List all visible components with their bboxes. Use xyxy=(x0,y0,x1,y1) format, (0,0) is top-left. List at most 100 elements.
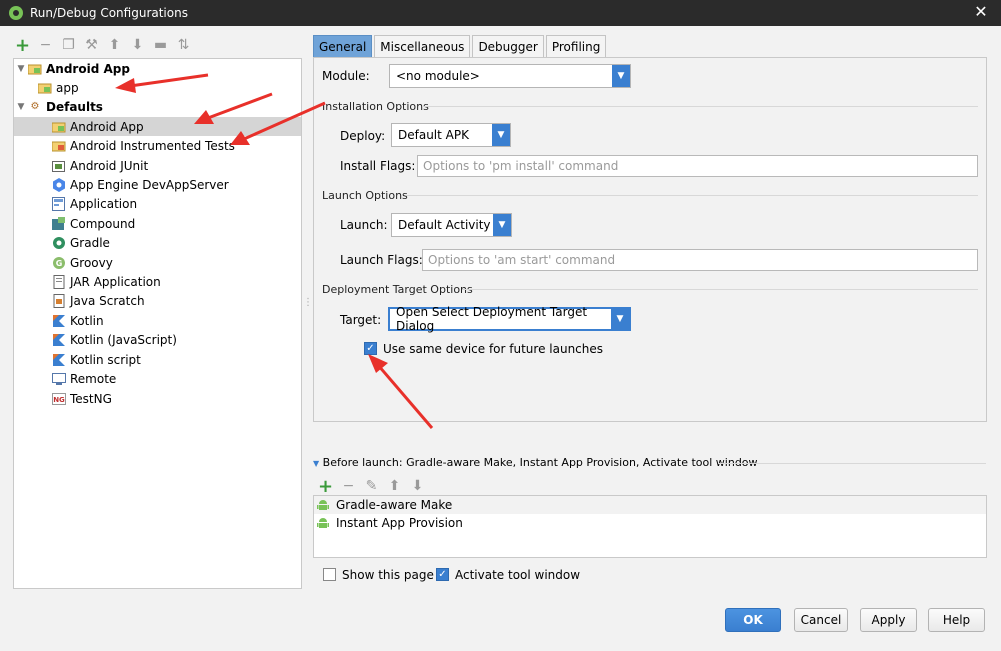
chevron-down-icon: ▼ xyxy=(612,65,630,87)
kotlin-icon xyxy=(52,314,66,328)
jar-icon xyxy=(52,274,66,289)
list-item[interactable]: Gradle-aware Make xyxy=(314,496,986,514)
tree-item-label: Kotlin script xyxy=(70,352,141,367)
sort-icon[interactable]: ⇅ xyxy=(173,35,194,55)
close-icon[interactable]: ✕ xyxy=(971,2,991,21)
add-icon[interactable]: + xyxy=(12,35,33,56)
folder-icon[interactable]: ▬ xyxy=(150,35,171,55)
tab-miscellaneous[interactable]: Miscellaneous xyxy=(374,35,471,57)
install-flags-input[interactable] xyxy=(423,159,977,173)
chevron-down-icon[interactable]: ▼ xyxy=(14,64,28,74)
tree-item-kotlin-script[interactable]: Kotlin script xyxy=(14,350,301,369)
tree-item-testng[interactable]: NG TestNG xyxy=(14,389,301,408)
tree-item-android-junit[interactable]: Android JUnit xyxy=(14,156,301,175)
tree-item-compound[interactable]: Compound xyxy=(14,214,301,233)
target-value: Open Select Deployment Target Dialog xyxy=(396,305,588,333)
chevron-down-icon[interactable]: ▼ xyxy=(14,102,28,112)
list-item[interactable]: Instant App Provision xyxy=(314,514,986,532)
module-select[interactable]: <no module> ▼ xyxy=(389,64,631,88)
deployment-target-heading: Deployment Target Options xyxy=(322,283,473,296)
tree-item-android-app-group[interactable]: ▼ Android App xyxy=(14,59,301,78)
target-label: Target: xyxy=(340,313,382,327)
divider xyxy=(422,106,978,107)
tree-item-kotlin[interactable]: Kotlin xyxy=(14,311,301,330)
svg-text:NG: NG xyxy=(53,396,65,404)
application-icon xyxy=(52,196,66,211)
deploy-value: Default APK xyxy=(398,128,469,142)
remote-icon xyxy=(52,372,66,386)
install-flags-field[interactable] xyxy=(417,155,978,177)
configuration-tree: ▼ Android App app ▼ ⚙ Defaults Android A… xyxy=(13,58,302,589)
same-device-checkbox[interactable]: ✓ xyxy=(364,342,377,355)
launch-flags-field[interactable] xyxy=(422,249,978,271)
tree-item-label: Kotlin (JavaScript) xyxy=(70,332,177,347)
svg-text:G: G xyxy=(56,259,63,268)
android-app-icon xyxy=(38,81,52,95)
chevron-down-icon: ▼ xyxy=(611,309,629,329)
tree-item-defaults-android-app[interactable]: Android App xyxy=(14,117,301,136)
tree-item-gradle[interactable]: Gradle xyxy=(14,233,301,252)
tab-general[interactable]: General xyxy=(313,35,373,57)
tab-debugger[interactable]: Debugger xyxy=(472,35,544,57)
launch-flags-input[interactable] xyxy=(428,253,977,267)
tree-item-defaults[interactable]: ▼ ⚙ Defaults xyxy=(14,97,301,116)
tree-item-label: Android Instrumented Tests xyxy=(70,138,235,153)
move-down-icon[interactable]: ⬇ xyxy=(127,35,148,55)
move-up-icon[interactable]: ⬆ xyxy=(104,35,125,55)
cancel-button[interactable]: Cancel xyxy=(794,608,848,632)
move-down-icon[interactable]: ⬇ xyxy=(407,476,428,496)
groovy-icon: G xyxy=(52,256,66,270)
launch-flags-label: Launch Flags: xyxy=(340,253,423,267)
divider xyxy=(406,195,978,196)
wrench-icon[interactable]: ⚒ xyxy=(81,35,102,55)
tree-item-label: Android JUnit xyxy=(70,158,149,173)
android-test-icon xyxy=(52,139,66,153)
gradle-icon xyxy=(52,236,66,250)
general-panel: Module: <no module> ▼ Installation Optio… xyxy=(313,57,987,422)
tab-profiling[interactable]: Profiling xyxy=(545,35,607,57)
tree-item-groovy[interactable]: G Groovy xyxy=(14,253,301,272)
edit-icon[interactable]: ✎ xyxy=(361,476,382,496)
testng-icon: NG xyxy=(52,392,66,406)
divider xyxy=(718,463,986,464)
tree-item-application[interactable]: Application xyxy=(14,194,301,213)
target-select[interactable]: Open Select Deployment Target Dialog ▼ xyxy=(388,305,631,333)
list-item-label: Instant App Provision xyxy=(336,516,463,530)
android-app-icon xyxy=(28,62,42,76)
show-this-page-checkbox[interactable] xyxy=(323,568,336,581)
launch-select[interactable]: Default Activity ▼ xyxy=(391,213,512,237)
remove-icon[interactable]: − xyxy=(338,476,359,496)
before-launch-header[interactable]: ▼ Before launch: Gradle-aware Make, Inst… xyxy=(313,456,758,469)
tree-item-app[interactable]: app xyxy=(14,78,301,97)
copy-icon[interactable]: ❐ xyxy=(58,35,79,55)
ok-button[interactable]: OK xyxy=(725,608,781,632)
before-launch-title: Before launch: Gradle-aware Make, Instan… xyxy=(322,456,758,469)
installation-options-heading: Installation Options xyxy=(322,100,429,113)
deploy-select[interactable]: Default APK ▼ xyxy=(391,123,511,147)
apply-button[interactable]: Apply xyxy=(860,608,917,632)
launch-options-heading: Launch Options xyxy=(322,189,408,202)
tree-item-remote[interactable]: Remote xyxy=(14,369,301,388)
remove-icon[interactable]: − xyxy=(35,35,56,55)
tree-item-label: Kotlin xyxy=(70,313,104,328)
help-button[interactable]: Help xyxy=(928,608,985,632)
wrench-icon: ⚙ xyxy=(30,101,40,112)
add-icon[interactable]: + xyxy=(315,476,336,497)
list-item-label: Gradle-aware Make xyxy=(336,498,453,512)
chevron-down-icon: ▼ xyxy=(493,214,511,236)
window-title: Run/Debug Configurations xyxy=(30,6,188,20)
tree-item-android-instrumented-tests[interactable]: Android Instrumented Tests xyxy=(14,136,301,155)
tree-item-label: Remote xyxy=(70,371,117,386)
tree-item-java-scratch[interactable]: Java Scratch xyxy=(14,291,301,310)
move-up-icon[interactable]: ⬆ xyxy=(384,476,405,496)
activate-tool-window-checkbox[interactable]: ✓ xyxy=(436,568,449,581)
tree-item-label: Android App xyxy=(46,61,130,76)
java-scratch-icon xyxy=(52,293,66,308)
tree-item-jar-application[interactable]: JAR Application xyxy=(14,272,301,291)
android-icon xyxy=(316,516,330,530)
tree-item-label: Gradle xyxy=(70,235,110,250)
tree-item-app-engine[interactable]: App Engine DevAppServer xyxy=(14,175,301,194)
splitter-handle[interactable]: ⋮ xyxy=(303,298,313,320)
android-studio-icon xyxy=(9,6,23,20)
tree-item-kotlin-javascript[interactable]: Kotlin (JavaScript) xyxy=(14,330,301,349)
